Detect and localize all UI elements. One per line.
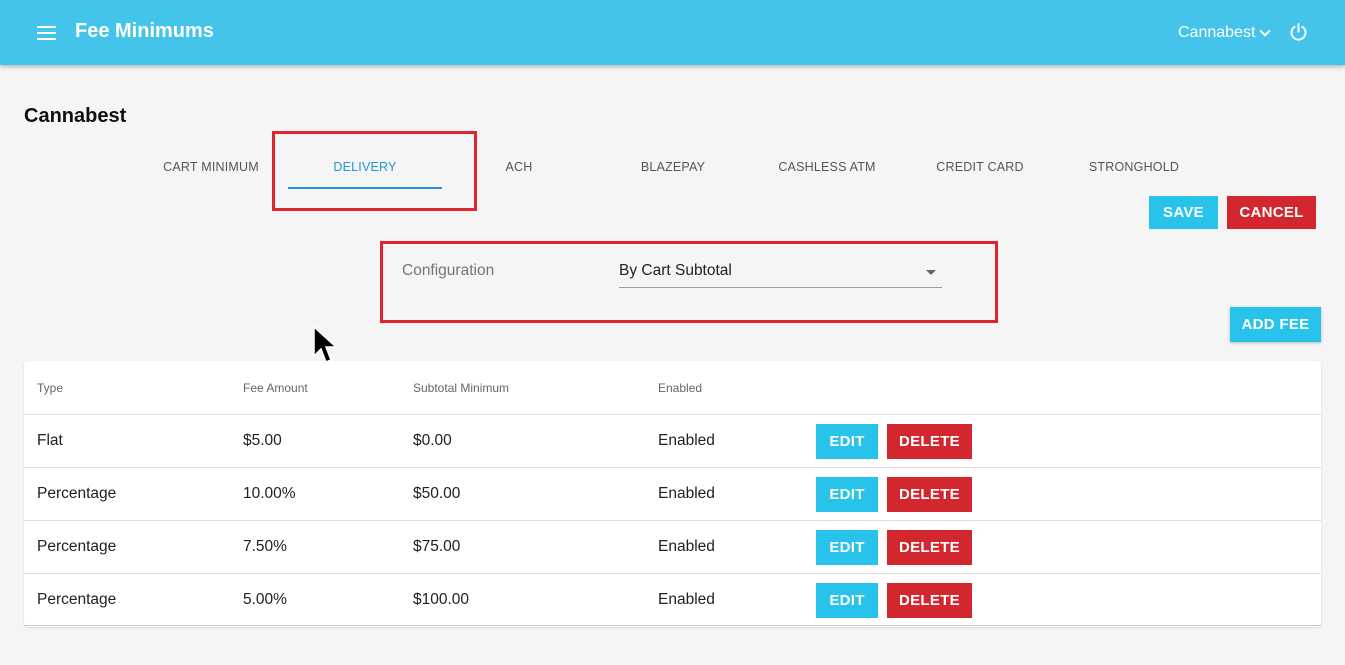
cell-subtotal-minimum: $50.00 xyxy=(413,485,461,502)
tab-cashless-atm[interactable]: CASHLESS ATM xyxy=(766,160,888,174)
cell-type: Percentage xyxy=(37,538,117,555)
delivery-tab-highlight-box xyxy=(272,131,477,211)
add-fee-button[interactable]: ADD FEE xyxy=(1230,307,1321,342)
edit-button[interactable]: EDIT xyxy=(816,477,878,512)
delete-button[interactable]: DELETE xyxy=(887,530,972,565)
table-row: Percentage 5.00% $100.00 Enabled EDIT DE… xyxy=(24,573,1321,626)
tab-stronghold[interactable]: STRONGHOLD xyxy=(1073,160,1195,174)
cell-fee-amount: 5.00% xyxy=(243,591,287,608)
cell-fee-amount: $5.00 xyxy=(243,432,282,449)
table-row: Percentage 10.00% $50.00 Enabled EDIT DE… xyxy=(24,467,1321,520)
cell-subtotal-minimum: $0.00 xyxy=(413,432,452,449)
tab-credit-card[interactable]: CREDIT CARD xyxy=(919,160,1041,174)
configuration-label: Configuration xyxy=(402,262,495,279)
cell-subtotal-minimum: $75.00 xyxy=(413,538,461,555)
column-header-fee-amount: Fee Amount xyxy=(243,381,308,395)
tab-cart-minimum[interactable]: CART MINIMUM xyxy=(150,160,272,174)
delete-button[interactable]: DELETE xyxy=(887,583,972,618)
configuration-select[interactable]: By Cart Subtotal xyxy=(619,262,942,288)
fees-table: Type Fee Amount Subtotal Minimum Enabled… xyxy=(24,361,1321,627)
cell-type: Flat xyxy=(37,432,63,449)
account-name: Cannabest xyxy=(1178,24,1256,41)
edit-button[interactable]: EDIT xyxy=(816,583,878,618)
column-header-type: Type xyxy=(37,381,64,395)
power-icon[interactable] xyxy=(1288,22,1309,43)
configuration-value: By Cart Subtotal xyxy=(619,262,732,279)
dropdown-arrow-icon xyxy=(926,270,936,275)
chevron-down-icon xyxy=(1259,25,1272,37)
tab-blazepay[interactable]: BLAZEPAY xyxy=(612,160,734,174)
delete-button[interactable]: DELETE xyxy=(887,477,972,512)
app-header: Fee Minimums Cannabest xyxy=(0,0,1345,65)
cell-enabled: Enabled xyxy=(658,485,715,502)
mouse-cursor-icon xyxy=(313,326,337,363)
store-title: Cannabest xyxy=(24,105,127,127)
cell-type: Percentage xyxy=(37,591,117,608)
cell-enabled: Enabled xyxy=(658,591,715,608)
cell-fee-amount: 7.50% xyxy=(243,538,287,555)
page-title: Fee Minimums xyxy=(75,20,214,42)
table-row: Flat $5.00 $0.00 Enabled EDIT DELETE xyxy=(24,414,1321,467)
save-button[interactable]: SAVE xyxy=(1149,196,1218,229)
cell-fee-amount: 10.00% xyxy=(243,485,296,502)
delete-button[interactable]: DELETE xyxy=(887,424,972,459)
cell-enabled: Enabled xyxy=(658,538,715,555)
cell-type: Percentage xyxy=(37,485,117,502)
table-row: Percentage 7.50% $75.00 Enabled EDIT DEL… xyxy=(24,520,1321,573)
hamburger-menu-icon[interactable] xyxy=(37,26,56,40)
column-header-enabled: Enabled xyxy=(658,381,703,395)
account-dropdown[interactable]: Cannabest xyxy=(1178,24,1272,42)
cell-enabled: Enabled xyxy=(658,432,715,449)
table-bottom-divider xyxy=(24,625,1321,626)
cell-subtotal-minimum: $100.00 xyxy=(413,591,470,608)
edit-button[interactable]: EDIT xyxy=(816,424,878,459)
cancel-button[interactable]: CANCEL xyxy=(1227,196,1316,229)
column-header-subtotal-minimum: Subtotal Minimum xyxy=(413,381,510,395)
edit-button[interactable]: EDIT xyxy=(816,530,878,565)
